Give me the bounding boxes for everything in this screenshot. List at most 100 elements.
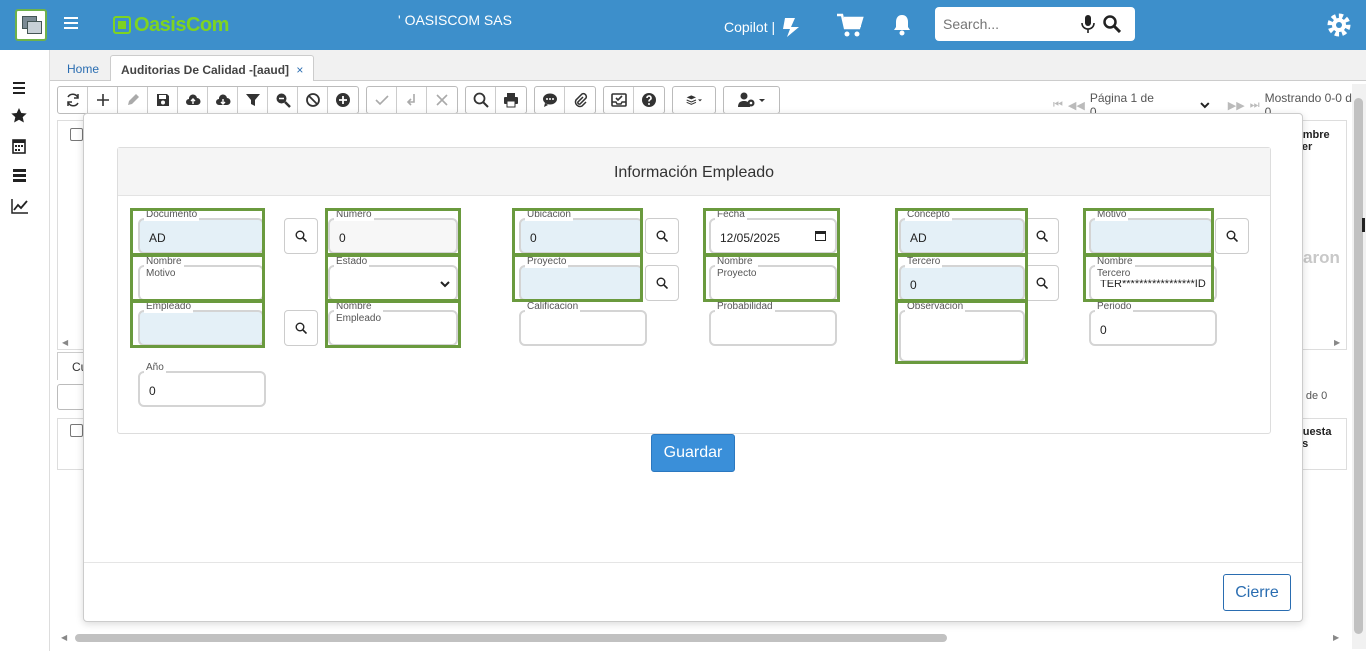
concepto-value: AD [910,231,927,245]
search-input[interactable] [943,13,1073,35]
comment-icon [542,93,557,107]
app-logo-icon[interactable] [15,9,47,41]
nombre-motivo-label: Nombre Motivo [144,256,184,280]
refresh-button[interactable] [58,87,88,113]
zoom-out-button[interactable] [268,87,298,113]
search-icon[interactable] [1103,15,1121,33]
menu-icon[interactable] [64,17,78,29]
motivo-input[interactable] [1089,218,1213,254]
estado-label: Estado [334,256,370,268]
calendar-icon[interactable] [11,138,29,154]
line-chart-icon[interactable] [11,198,29,214]
microphone-icon[interactable] [1081,15,1095,33]
anio-label: Año [144,362,166,374]
user-gear-icon [737,92,765,107]
documento-input[interactable]: AD [138,218,264,254]
add-button[interactable] [88,87,118,113]
proyecto-input[interactable] [519,265,643,301]
text-cursor [1362,218,1365,232]
hscroll-right-icon[interactable]: ▶ [1333,633,1339,642]
cancel-filter-button[interactable] [298,87,328,113]
undo-button[interactable] [397,87,427,113]
tercero-input[interactable]: 0 [899,265,1025,301]
save-toolbar-button[interactable] [148,87,178,113]
cierre-button[interactable]: Cierre [1223,574,1291,611]
layers-dropdown[interactable] [673,87,715,113]
undo-arrow-icon [406,94,415,106]
user-settings-dropdown[interactable] [724,87,779,113]
attach-button[interactable] [565,87,595,113]
documento-lookup-button[interactable] [284,218,318,254]
estado-select[interactable] [328,265,458,301]
employee-info-panel: Información Empleado AD Documento 0 Nume… [117,147,1271,434]
brand-name: OasisCom [134,13,229,36]
copilot-button[interactable]: Copilot | [724,16,803,38]
brand-logo: OasisCom [113,13,229,37]
settings-gear-icon[interactable] [1325,11,1353,39]
tab-close-icon[interactable]: × [296,63,303,77]
search-icon [1036,230,1048,242]
guardar-button[interactable]: Guardar [651,434,735,472]
cart-icon[interactable] [836,12,864,38]
proyecto-label: Proyecto [525,256,569,268]
motivo-lookup-button[interactable] [1215,218,1249,254]
calendar-picker-icon[interactable] [815,230,826,241]
comments-button[interactable] [535,87,565,113]
search-toolbar-button[interactable] [466,87,496,113]
documento-label: Documento [144,209,200,221]
hscroll-left-icon[interactable]: ◀ [61,633,67,642]
edit-button[interactable] [118,87,148,113]
cloud-download-icon [215,94,230,105]
page-select-chevron-icon[interactable] [1200,100,1210,110]
background-refresh-button[interactable] [57,384,85,410]
tab-home[interactable]: Home [57,55,109,81]
confirm-button[interactable] [367,87,397,113]
concepto-input[interactable]: AD [899,218,1025,254]
scroll-left-icon[interactable]: ◀ [62,338,68,347]
print-button[interactable] [496,87,526,113]
tab-auditorias[interactable]: Auditorias De Calidad -[aaud] × [110,55,315,81]
paperclip-icon [574,92,588,108]
select-all-checkbox[interactable] [70,128,83,141]
next-page-icon[interactable]: ▶▶ [1228,99,1245,112]
server-list-icon[interactable] [11,168,29,184]
select-all-checkbox-2[interactable] [70,424,83,437]
observacion-textarea[interactable] [899,310,1025,362]
probabilidad-input[interactable] [709,310,837,346]
anio-input[interactable]: 0 [138,371,266,407]
help-button[interactable] [634,87,664,113]
horizontal-scrollbar[interactable]: ◀ ▶ [57,631,1347,645]
tercero-lookup-button[interactable] [1025,265,1059,301]
add-circle-button[interactable] [328,87,358,113]
star-icon[interactable] [11,108,29,124]
empleado-input[interactable] [138,310,264,346]
inbox-button[interactable] [604,87,634,113]
ubicacion-lookup-button[interactable] [645,218,679,254]
numero-input[interactable]: 0 [328,218,458,254]
proyecto-lookup-button[interactable] [645,265,679,301]
discard-button[interactable] [427,87,457,113]
empleado-lookup-button[interactable] [284,310,318,346]
first-page-icon[interactable]: ⏮ [1053,99,1063,112]
prev-page-icon[interactable]: ◀◀ [1068,99,1085,112]
filter-button[interactable] [238,87,268,113]
ubicacion-input[interactable]: 0 [519,218,643,254]
vertical-scrollbar[interactable] [1352,84,1366,649]
scroll-right-icon[interactable]: ▶ [1334,338,1340,347]
upload-button[interactable] [178,87,208,113]
toolbar [57,86,787,114]
question-circle-icon [642,93,656,107]
copilot-label: Copilot | [724,19,776,35]
download-button[interactable] [208,87,238,113]
background-faint-text: aron [1303,248,1340,267]
tercero-value: 0 [910,278,917,292]
company-name: ' OASISCOM SAS [398,12,512,28]
concepto-lookup-button[interactable] [1025,218,1059,254]
list-menu-icon[interactable] [11,80,29,96]
calificacion-input[interactable] [519,310,647,346]
last-page-icon[interactable]: ⏭ [1250,99,1260,112]
fecha-value: 12/05/2025 [720,231,781,245]
periodo-input[interactable]: 0 [1089,310,1217,346]
search-icon [295,230,307,242]
bell-icon[interactable] [892,14,912,36]
